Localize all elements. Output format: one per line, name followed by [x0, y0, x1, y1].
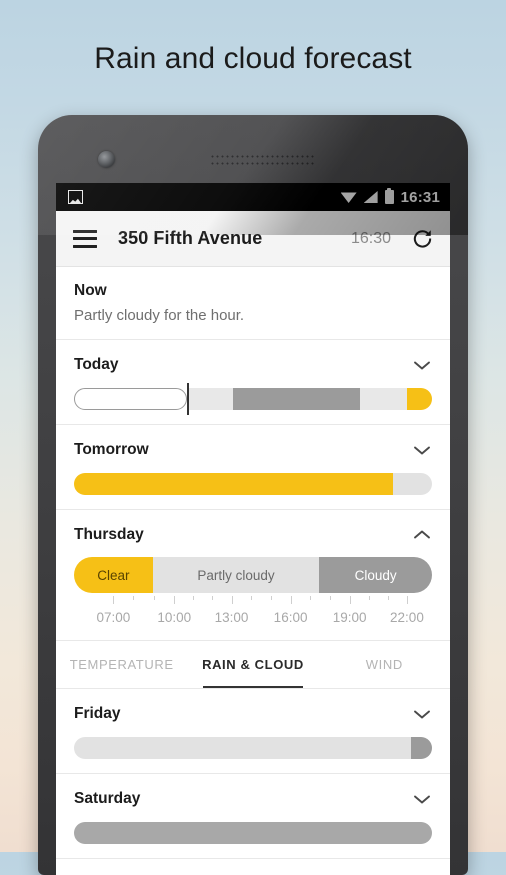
bar-segment-cloudy [233, 388, 361, 410]
bar-segment-partly-cloudy [74, 737, 411, 759]
axis-label: 22:00 [390, 610, 424, 625]
time-axis-labels: 07:00 10:00 13:00 16:00 19:00 22:00 [74, 610, 432, 630]
phone-screen: 16:31 350 Fifth Avenue 16:30 Now Partly … [56, 183, 450, 875]
bar-segment-partly-cloudy [186, 388, 234, 410]
status-bar: 16:31 [56, 183, 450, 211]
forecast-bar-friday [74, 737, 432, 759]
app-bar: 350 Fifth Avenue 16:30 [56, 211, 450, 267]
tab-rain-and-cloud[interactable]: RAIN & CLOUD [187, 641, 318, 688]
bar-segment-clear [406, 388, 432, 410]
now-title: Now [74, 282, 107, 299]
day-header-saturday[interactable]: Saturday [74, 774, 432, 808]
signal-icon [363, 191, 378, 203]
refresh-icon[interactable] [411, 227, 434, 250]
forecast-bar-track-tomorrow [74, 473, 432, 495]
day-name-tomorrow: Tomorrow [74, 441, 149, 458]
status-bar-system: 16:31 [340, 187, 440, 206]
bar-segment-clear[interactable]: Clear [74, 557, 153, 593]
tab-temperature[interactable]: TEMPERATURE [56, 641, 187, 688]
phone-top-bezel [38, 115, 468, 183]
chevron-up-icon[interactable] [412, 529, 432, 541]
day-name-thursday: Thursday [74, 526, 144, 543]
tab-wind[interactable]: WIND [319, 641, 450, 688]
chevron-down-icon[interactable] [412, 359, 432, 371]
current-time-marker [186, 383, 190, 415]
day-name-friday: Friday [74, 705, 121, 722]
day-header-today[interactable]: Today [74, 340, 432, 374]
photo-icon [68, 190, 83, 204]
chevron-down-icon[interactable] [412, 444, 432, 456]
forecast-list[interactable]: Now Partly cloudy for the hour. Today To… [56, 267, 450, 875]
front-camera-icon [98, 151, 115, 168]
forecast-bar-thursday: Clear Partly cloudy Cloudy [74, 557, 432, 593]
chevron-down-icon[interactable] [412, 708, 432, 720]
bar-segment-partly-cloudy [392, 473, 432, 495]
day-header-tomorrow[interactable]: Tomorrow [74, 425, 432, 459]
page-title: Rain and cloud forecast [94, 42, 412, 75]
axis-label: 16:00 [273, 610, 308, 625]
day-name-saturday: Saturday [74, 790, 141, 807]
last-updated-time: 16:30 [350, 229, 391, 247]
axis-label: 19:00 [332, 610, 367, 625]
bar-segment-cloudy[interactable]: Cloudy [319, 557, 432, 593]
forecast-bar-track-saturday [74, 822, 432, 844]
now-section: Now Partly cloudy for the hour. [56, 267, 450, 340]
location-title: 350 Fifth Avenue [118, 228, 263, 248]
time-axis-ticks [74, 596, 432, 608]
day-section-saturday[interactable]: Saturday [56, 774, 450, 859]
speaker-grille [210, 153, 316, 167]
hamburger-icon[interactable] [73, 229, 97, 248]
metric-tabs[interactable]: TEMPERATURE RAIN & CLOUD WIND [56, 641, 450, 689]
chevron-down-icon[interactable] [412, 793, 432, 805]
now-description: Partly cloudy for the hour. [74, 307, 245, 324]
day-section-tomorrow[interactable]: Tomorrow [56, 425, 450, 510]
bar-segment-clear [74, 473, 393, 495]
bar-past-outline [74, 388, 187, 410]
battery-icon [384, 187, 394, 204]
status-bar-clock: 16:31 [400, 188, 440, 206]
bar-segment-cloudy [410, 737, 432, 759]
axis-label: 10:00 [157, 610, 192, 625]
day-name-today: Today [74, 356, 119, 373]
day-section-thursday[interactable]: Thursday Clear Partly cloudy Cloudy 07:0… [56, 510, 450, 641]
bar-segment-cloudy [74, 822, 432, 844]
day-header-thursday[interactable]: Thursday [74, 510, 432, 544]
status-bar-notifications [68, 190, 341, 204]
bar-segment-partly-cloudy[interactable]: Partly cloudy [152, 557, 320, 593]
wifi-icon [340, 192, 357, 203]
axis-label: 07:00 [96, 610, 131, 625]
forecast-bar-today [74, 383, 432, 415]
phone-device-frame: 16:31 350 Fifth Avenue 16:30 Now Partly … [38, 115, 468, 875]
day-section-friday[interactable]: Friday [56, 689, 450, 774]
forecast-bar-tomorrow [74, 473, 432, 495]
axis-label: 13:00 [214, 610, 249, 625]
day-header-friday[interactable]: Friday [74, 689, 432, 723]
day-section-today[interactable]: Today [56, 340, 450, 425]
forecast-bar-track-friday [74, 737, 432, 759]
bar-segment-partly-cloudy [360, 388, 407, 410]
forecast-bar-saturday [74, 822, 432, 844]
